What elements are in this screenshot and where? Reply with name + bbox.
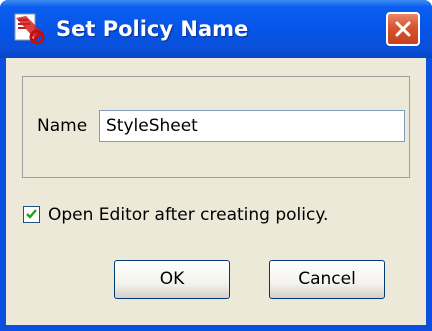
close-icon bbox=[395, 21, 411, 37]
open-editor-checkbox[interactable] bbox=[23, 206, 40, 223]
title-bar[interactable]: Set Policy Name bbox=[0, 0, 432, 58]
name-input[interactable] bbox=[99, 110, 405, 142]
name-label: Name bbox=[37, 116, 88, 136]
cancel-button[interactable]: Cancel bbox=[269, 260, 385, 299]
dialog-title: Set Policy Name bbox=[56, 17, 249, 41]
dialog-window: Set Policy Name Name Open Editor after c… bbox=[0, 0, 432, 331]
open-editor-label[interactable]: Open Editor after creating policy. bbox=[48, 202, 328, 228]
policy-icon bbox=[12, 12, 46, 46]
close-button[interactable] bbox=[386, 12, 420, 46]
name-groupbox: Name bbox=[22, 76, 410, 178]
ok-button[interactable]: OK bbox=[114, 260, 230, 299]
dialog-body: Name Open Editor after creating policy. … bbox=[6, 58, 426, 325]
checkmark-icon bbox=[26, 209, 37, 219]
